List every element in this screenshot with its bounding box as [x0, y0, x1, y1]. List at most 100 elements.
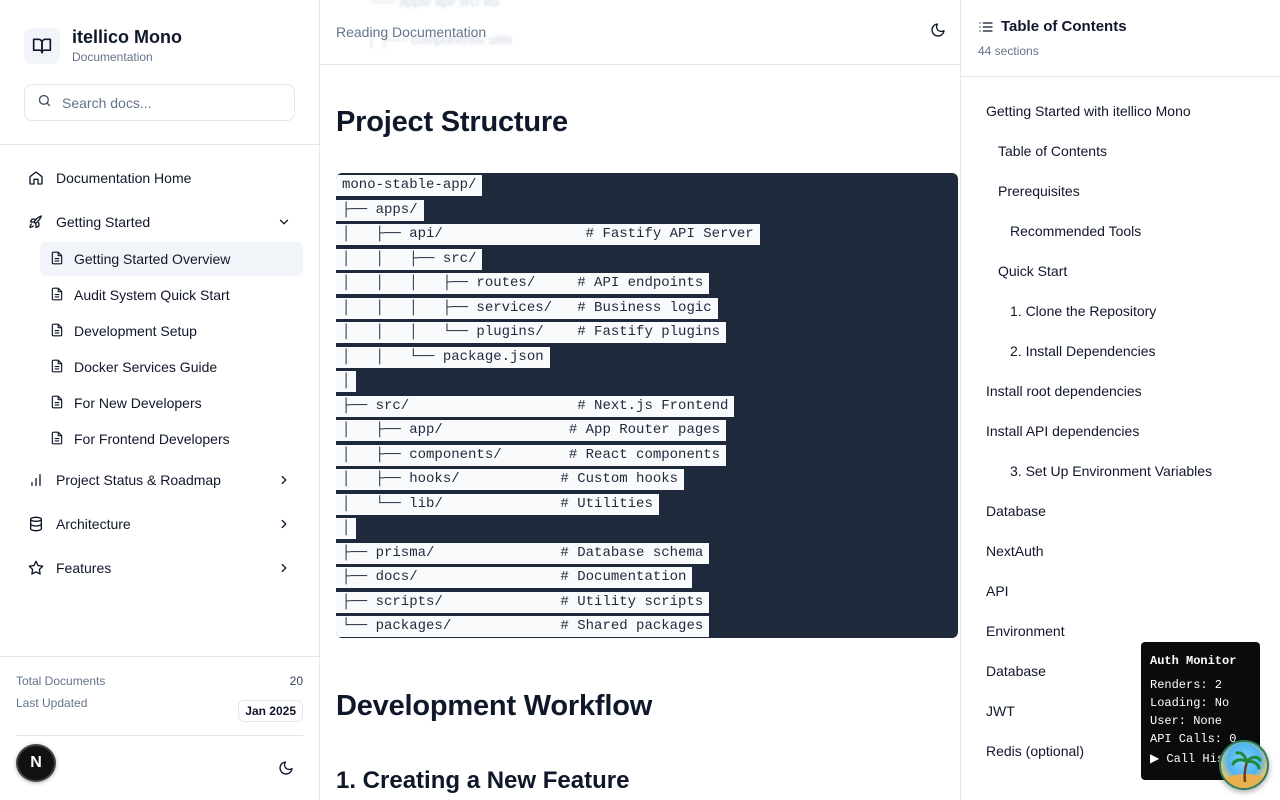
chevron-down-icon[interactable] [277, 215, 291, 229]
search-input[interactable] [62, 94, 282, 111]
auth-user: User: None [1150, 714, 1223, 728]
chevron-right-icon[interactable] [277, 517, 291, 531]
code-line: │ ├── hooks/ # Custom hooks [336, 467, 760, 492]
code-line-text: └── packages/ # Shared packages [336, 616, 710, 637]
toc-item[interactable]: Recommended Tools [986, 211, 1266, 251]
last-updated-badge: Jan 2025 [238, 700, 303, 722]
search-icon [37, 93, 52, 113]
toc-item[interactable]: 1. Clone the Repository [986, 291, 1266, 331]
file-text-icon [50, 359, 64, 376]
moon-icon[interactable] [930, 22, 948, 40]
reading-label: Reading Documentation [336, 24, 487, 40]
toc-item[interactable]: Table of Contents [986, 131, 1266, 171]
brand[interactable]: itellico Mono Documentation [24, 26, 182, 65]
toc-item[interactable]: Database [986, 491, 1266, 531]
sidebar-item-for-new-developers[interactable]: For New Developers [40, 386, 303, 420]
moon-icon[interactable] [278, 760, 296, 778]
toc-item[interactable]: Install API dependencies [986, 411, 1266, 451]
main-content: └── apps/ api/ src/ lib/ │ ├── component… [320, 0, 960, 800]
code-line: ├── prisma/ # Database schema [336, 541, 760, 566]
sidebar-item-docker-services-guide[interactable]: Docker Services Guide [40, 350, 303, 384]
sidebar-item-label: For New Developers [74, 395, 202, 411]
last-updated-label: Last Updated [16, 696, 88, 710]
doc-stats: Total Documents 20 Last Updated Jan 2025 [16, 672, 303, 722]
app-name: itellico Mono [72, 27, 182, 47]
file-text-icon [50, 431, 64, 448]
sidebar-item-documentation-home[interactable]: Documentation Home [24, 160, 303, 196]
sidebar-item-getting-started-overview[interactable]: Getting Started Overview [40, 242, 303, 276]
code-line-text: ├── docs/ # Documentation [336, 567, 693, 588]
toc-item[interactable]: Install root dependencies [986, 371, 1266, 411]
chevron-right-icon[interactable] [277, 561, 291, 575]
toc-header: Table of Contents 44 sections [961, 0, 1280, 77]
toc-item[interactable]: Prerequisites [986, 171, 1266, 211]
toc-item[interactable]: 3. Set Up Environment Variables [986, 451, 1266, 491]
nextjs-dev-indicator[interactable]: N [16, 744, 56, 782]
auth-renders: Renders: 2 [1150, 678, 1223, 692]
toc-item[interactable]: API [986, 571, 1266, 611]
code-line-text: │ │ ├── src/ [336, 248, 483, 270]
toc-section-count: 44 sections [978, 44, 1039, 58]
code-line: │ └── lib/ # Utilities [336, 492, 760, 517]
sidebar-item-label: Docker Services Guide [74, 359, 218, 375]
code-line: mono-stable-app/ [336, 173, 760, 198]
sidebar-item-project-status[interactable]: Project Status & Roadmap [24, 462, 303, 498]
sidebar-item-label: Audit System Quick Start [74, 287, 230, 303]
code-line: │ ├── app/ # App Router pages [336, 418, 760, 443]
code-line: ├── scripts/ # Utility scripts [336, 590, 760, 615]
search-box[interactable] [24, 84, 295, 121]
sidebar-item-label: Documentation Home [56, 170, 192, 186]
sidebar-item-development-setup[interactable]: Development Setup [40, 314, 303, 348]
sidebar-item-for-frontend-developers[interactable]: For Frontend Developers [40, 422, 303, 456]
sidebar-item-architecture[interactable]: Architecture [24, 506, 303, 542]
code-line: │ │ └── package.json [336, 345, 760, 370]
code-line: │ │ ├── src/ [336, 247, 760, 272]
code-line: │ ├── api/ # Fastify API Server [336, 222, 760, 247]
sidebar-item-features[interactable]: Features [24, 550, 303, 586]
toc-item[interactable]: Quick Start [986, 251, 1266, 291]
code-line-text: │ ├── components/ # React components [336, 444, 727, 466]
code-line: │ │ │ ├── routes/ # API endpoints [336, 271, 760, 296]
code-line-text: │ [336, 371, 357, 392]
total-documents-value: 20 [289, 674, 303, 688]
code-line-text: │ ├── app/ # App Router pages [336, 420, 727, 441]
code-line-text: ├── scripts/ # Utility scripts [336, 591, 710, 613]
toc-item[interactable]: 2. Install Dependencies [986, 331, 1266, 371]
sidebar-nav: Documentation Home Getting Started Getti… [24, 160, 303, 594]
sidebar-item-label: Development Setup [74, 323, 197, 339]
rocket-icon [28, 214, 44, 230]
code-line: │ [336, 516, 760, 541]
sidebar-item-audit-system-quick-start[interactable]: Audit System Quick Start [40, 278, 303, 312]
database-icon [28, 516, 44, 532]
heading-development-workflow: Development Workflow [336, 690, 653, 722]
sidebar-item-getting-started[interactable]: Getting Started [24, 204, 303, 240]
file-text-icon [50, 287, 64, 304]
auth-monitor-title: Auth Monitor [1150, 654, 1237, 668]
sidebar: itellico Mono Documentation Documentatio… [0, 0, 320, 800]
bar-chart-icon [28, 472, 44, 488]
code-line: │ │ │ ├── services/ # Business logic [336, 296, 760, 321]
sidebar-item-label: For Frontend Developers [74, 431, 230, 447]
code-line-text: │ │ └── package.json [336, 346, 550, 368]
code-line-text: │ │ │ └── plugins/ # Fastify plugins [336, 322, 727, 343]
toc-item[interactable]: Getting Started with itellico Mono [986, 91, 1266, 131]
file-text-icon [50, 323, 64, 340]
tanstack-devtools-icon[interactable] [1219, 740, 1269, 790]
code-line: │ │ │ └── plugins/ # Fastify plugins [336, 320, 760, 345]
file-text-icon [50, 395, 64, 412]
getting-started-submenu: Getting Started Overview Audit System Qu… [40, 242, 303, 456]
sidebar-item-label: Getting Started [56, 214, 151, 230]
chevron-right-icon[interactable] [277, 473, 291, 487]
code-line-text: │ │ │ ├── routes/ # API endpoints [336, 273, 710, 294]
code-line-text: │ └── lib/ # Utilities [336, 493, 659, 515]
code-line-text: │ ├── api/ # Fastify API Server [336, 224, 760, 245]
divider [16, 735, 303, 736]
toc-item[interactable]: NextAuth [986, 531, 1266, 571]
code-line-text: │ ├── hooks/ # Custom hooks [336, 469, 685, 490]
app-subtitle: Documentation [72, 50, 153, 64]
code-line-text: ├── prisma/ # Database schema [336, 542, 710, 564]
auth-loading: Loading: No [1150, 696, 1230, 710]
star-icon [28, 560, 44, 576]
code-block[interactable]: mono-stable-app/ ├── apps/ │ ├── api/ # Fa… [336, 173, 958, 638]
code-line: ├── src/ # Next.js Frontend [336, 394, 760, 419]
